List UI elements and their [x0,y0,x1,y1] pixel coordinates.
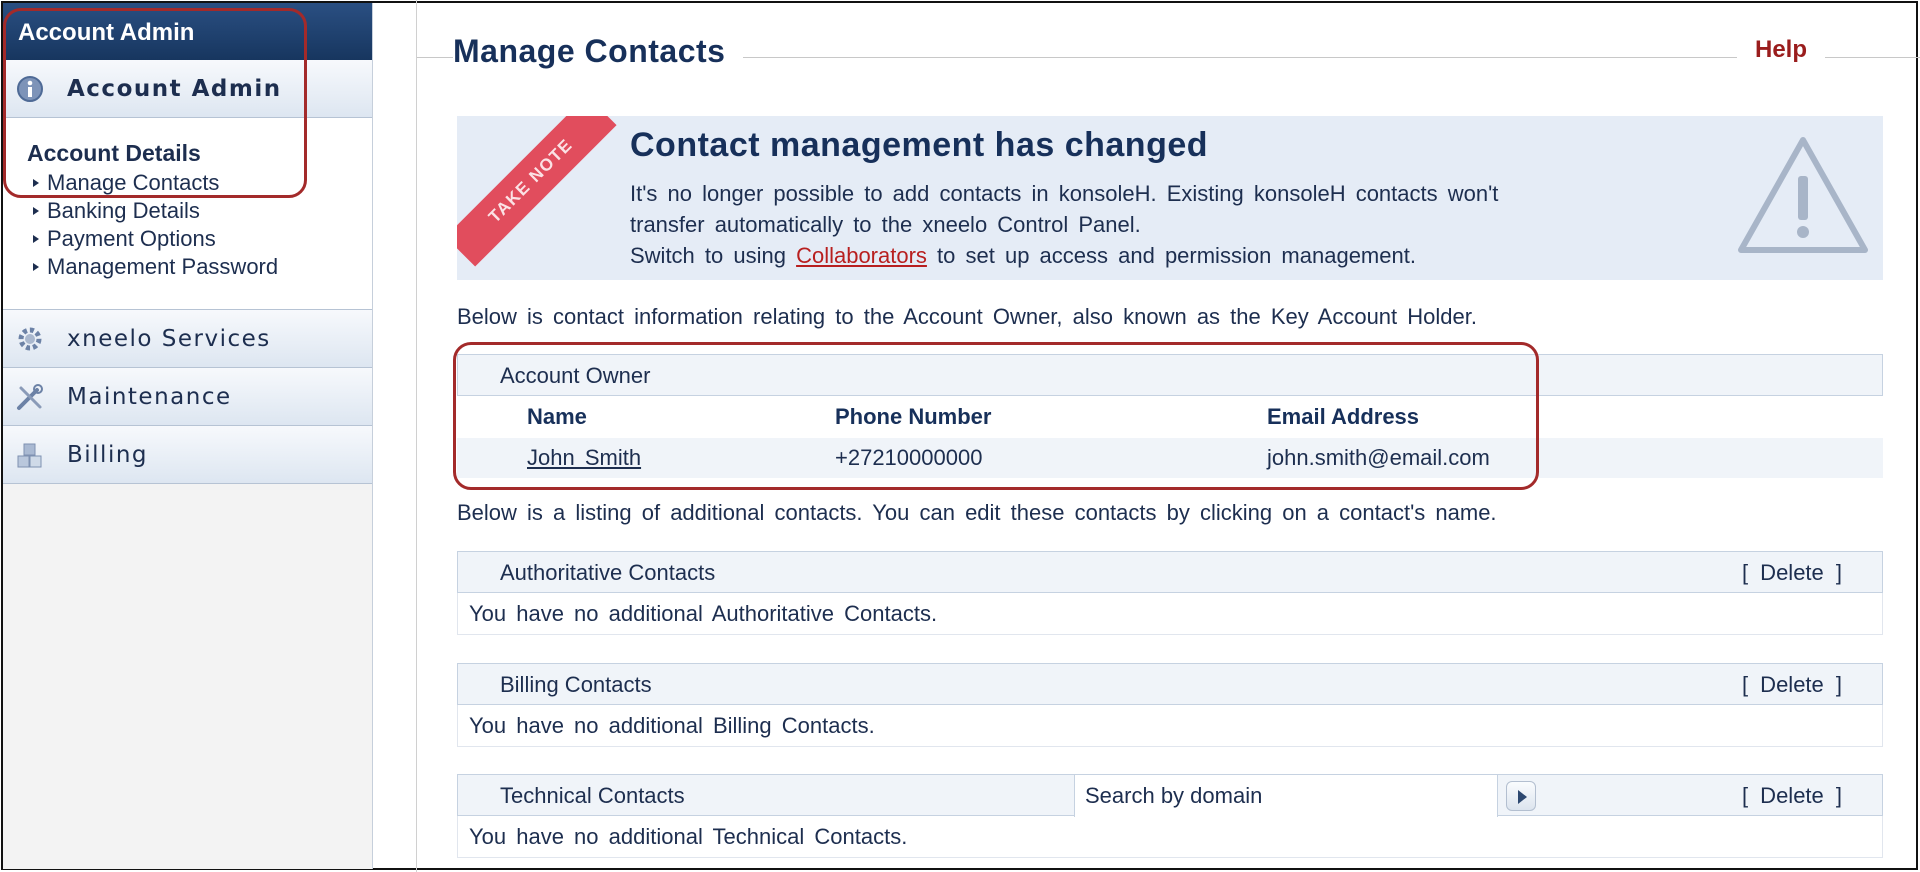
account-owner-heading: Account Owner [457,354,1883,396]
sidebar-section-label: Account Admin [67,75,282,102]
empty-message: You have no additional Technical Contact… [457,816,1883,858]
sidebar-submenu: Account Details Manage Contacts Banking … [3,118,372,310]
info-icon [15,74,45,104]
sidebar-subtitle: Account Details [27,140,201,166]
blocks-icon [15,440,45,470]
sidebar-item-manage-contacts[interactable]: Manage Contacts [27,169,372,197]
column-header-name: Name [527,404,587,429]
notice-text-segment: to set up access and permission manageme… [926,243,1416,268]
warning-icon [1735,132,1871,262]
main-content: Manage Contacts Help TAKE NOTE Contact m… [416,0,1920,872]
search-go-button[interactable] [1506,781,1536,811]
authoritative-contacts-panel: Authoritative Contacts [ Delete ] You ha… [457,551,1883,635]
panel-heading: Technical Contacts Search by domain [ De… [457,774,1883,817]
table-header-row: Name Phone Number Email Address [457,396,1883,438]
notice-text: It's no longer possible to add contacts … [630,178,1560,271]
tools-icon [15,382,45,412]
notice-title: Contact management has changed [630,126,1209,164]
sidebar-section-maintenance[interactable]: Maintenance [3,368,372,426]
sidebar-section-billing[interactable]: Billing [3,426,372,484]
domain-search-input[interactable]: Search by domain [1074,775,1498,817]
delete-button[interactable]: [ Delete ] [1742,560,1842,586]
sidebar-section-label: xneelo Services [67,325,271,352]
owner-intro: Below is contact information relating to… [457,304,1477,329]
sidebar: Account Admin Account Admin Account Deta… [3,3,373,869]
sidebar-section-label: Billing [67,441,149,468]
owner-email: john.smith@email.com [1267,445,1490,470]
account-owner-table: Account Owner Name Phone Number Email Ad… [457,354,1883,478]
collaborators-link[interactable]: Collaborators [796,243,927,268]
delete-button[interactable]: [ Delete ] [1742,783,1842,809]
page-title: Manage Contacts [453,33,744,70]
owner-name-cell: John Smith [457,445,835,471]
empty-message: You have no additional Billing Contacts. [457,705,1883,747]
sidebar-item-banking-details[interactable]: Banking Details [27,197,372,225]
panel-title: Authoritative Contacts [500,560,716,585]
help-link[interactable]: Help [1737,36,1826,64]
panel-heading: Authoritative Contacts [ Delete ] [457,551,1883,593]
owner-phone: +27210000000 [835,445,983,470]
notice-line-2: Switch to using Collaborators to set up … [630,240,1560,271]
table-row: John Smith +27210000000 john.smith@email… [457,438,1883,478]
sidebar-item-payment-options[interactable]: Payment Options [27,225,372,253]
sidebar-item-management-password[interactable]: Management Password [27,253,372,281]
column-header-email: Email Address [1267,404,1420,429]
panel-title: Billing Contacts [500,672,652,697]
additional-contacts-intro: Below is a listing of additional contact… [457,500,1497,525]
empty-message: You have no additional Authoritative Con… [457,593,1883,635]
take-note-ribbon: TAKE NOTE [457,116,617,267]
notice-line-1: It's no longer possible to add contacts … [630,181,1499,237]
sidebar-section-xneelo-services[interactable]: xneelo Services [3,310,372,368]
panel-heading: Billing Contacts [ Delete ] [457,663,1883,705]
notice-banner: TAKE NOTE Contact management has changed… [457,116,1883,280]
delete-button[interactable]: [ Delete ] [1742,672,1842,698]
sidebar-header: Account Admin [3,3,372,60]
notice-text-segment: Switch to using [630,243,797,268]
sidebar-section-account-admin[interactable]: Account Admin [3,60,372,118]
technical-contacts-panel: Technical Contacts Search by domain [ De… [457,774,1883,858]
column-header-phone: Phone Number [835,404,992,429]
billing-contacts-panel: Billing Contacts [ Delete ] You have no … [457,663,1883,747]
owner-name-link[interactable]: John Smith [527,445,641,470]
sidebar-section-label: Maintenance [67,383,232,410]
panel-title: Technical Contacts [500,783,685,808]
gear-icon [15,324,45,354]
